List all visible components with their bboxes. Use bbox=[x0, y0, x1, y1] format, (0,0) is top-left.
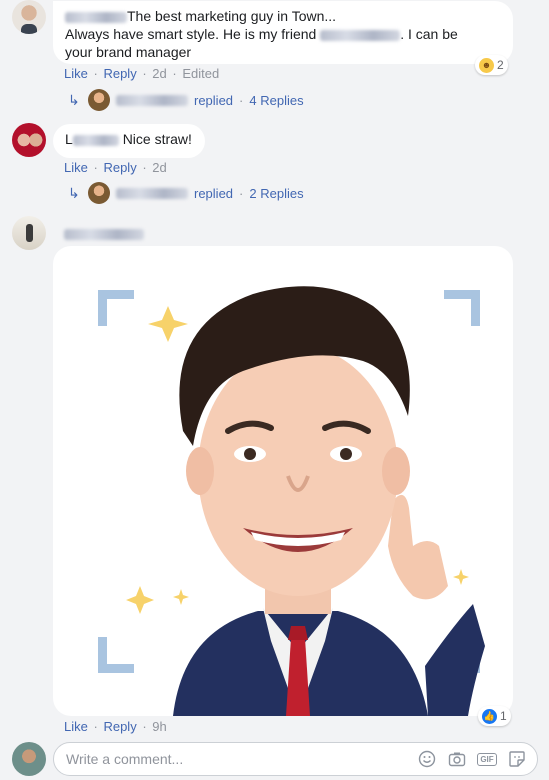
timestamp[interactable]: 9h bbox=[152, 719, 166, 734]
edited-label[interactable]: Edited bbox=[182, 66, 219, 81]
separator: · bbox=[142, 719, 147, 734]
comment-actions: Like · Reply · 2d · Edited bbox=[64, 66, 221, 81]
author-initial[interactable]: L bbox=[65, 131, 73, 147]
reaction-count: 1 bbox=[500, 709, 507, 723]
camera-icon[interactable] bbox=[447, 749, 467, 769]
commenter-avatar[interactable] bbox=[12, 123, 46, 157]
replies-summary[interactable]: ↳ replied · 2 Replies bbox=[68, 182, 304, 204]
avatar-sticker-image bbox=[98, 286, 485, 716]
replier-avatar bbox=[88, 182, 110, 204]
replies-count[interactable]: 2 Replies bbox=[249, 186, 303, 201]
like-link[interactable]: Like bbox=[64, 719, 88, 734]
commenter-avatar[interactable] bbox=[12, 216, 46, 250]
separator: · bbox=[239, 92, 244, 108]
current-user-avatar bbox=[12, 742, 46, 776]
comment-text-line2: Always have smart style. He is my friend bbox=[65, 26, 317, 42]
reply-arrow-icon: ↳ bbox=[68, 91, 80, 108]
separator: · bbox=[93, 66, 98, 81]
timestamp[interactable]: 2d bbox=[152, 160, 166, 175]
reply-link[interactable]: Reply bbox=[103, 160, 136, 175]
reaction-badge[interactable]: 👍 1 bbox=[478, 706, 511, 726]
emoji-icon[interactable] bbox=[417, 749, 437, 769]
timestamp[interactable]: 2d bbox=[152, 66, 166, 81]
like-icon: 👍 bbox=[482, 708, 497, 724]
like-link[interactable]: Like bbox=[64, 160, 88, 175]
blurred-author-name[interactable] bbox=[72, 134, 119, 146]
comment-bubble: L Nice straw! bbox=[53, 124, 205, 158]
reaction-badge[interactable]: ☻ 2 bbox=[475, 55, 508, 75]
commenter-avatar[interactable] bbox=[12, 0, 46, 34]
blurred-tagged-name[interactable] bbox=[320, 29, 401, 41]
like-link[interactable]: Like bbox=[64, 66, 88, 81]
separator: · bbox=[142, 160, 147, 175]
reply-link[interactable]: Reply bbox=[103, 719, 136, 734]
comment-input[interactable] bbox=[66, 751, 417, 767]
blurred-author-name[interactable] bbox=[65, 11, 127, 23]
comment-composer: GIF bbox=[53, 742, 538, 776]
comment-actions: Like · Reply · 9h bbox=[64, 719, 169, 734]
separator: · bbox=[142, 66, 147, 81]
avatar-sticker[interactable] bbox=[53, 246, 513, 716]
sticker-icon[interactable] bbox=[507, 749, 527, 769]
comment-bubble: The best marketing guy in Town... Always… bbox=[53, 1, 513, 64]
comment-text-line1: The best marketing guy in Town... bbox=[127, 8, 337, 24]
gif-icon[interactable]: GIF bbox=[477, 749, 497, 769]
composer-icons: GIF bbox=[417, 749, 527, 769]
reply-link[interactable]: Reply bbox=[103, 66, 136, 81]
replied-label: replied bbox=[194, 185, 234, 201]
reaction-count: 2 bbox=[497, 58, 504, 72]
blurred-author-name[interactable] bbox=[64, 229, 144, 240]
comment-actions: Like · Reply · 2d bbox=[64, 160, 169, 175]
blurred-replier-name bbox=[116, 187, 188, 199]
separator: · bbox=[239, 185, 244, 201]
haha-emoji-icon: ☻ bbox=[479, 57, 494, 73]
replies-count[interactable]: 4 Replies bbox=[249, 93, 303, 108]
comment-text-line2-end: . I can be bbox=[400, 26, 458, 42]
comment-text: Nice straw! bbox=[122, 131, 192, 147]
replier-avatar bbox=[88, 89, 110, 111]
comment-text-line3: your brand manager bbox=[65, 44, 192, 60]
separator: · bbox=[93, 719, 98, 734]
blurred-replier-name bbox=[116, 94, 188, 106]
replies-summary[interactable]: ↳ replied · 4 Replies bbox=[68, 89, 304, 111]
separator: · bbox=[172, 66, 177, 81]
reply-arrow-icon: ↳ bbox=[68, 184, 80, 201]
replied-label: replied bbox=[194, 92, 234, 108]
gif-label: GIF bbox=[477, 752, 497, 766]
separator: · bbox=[93, 160, 98, 175]
